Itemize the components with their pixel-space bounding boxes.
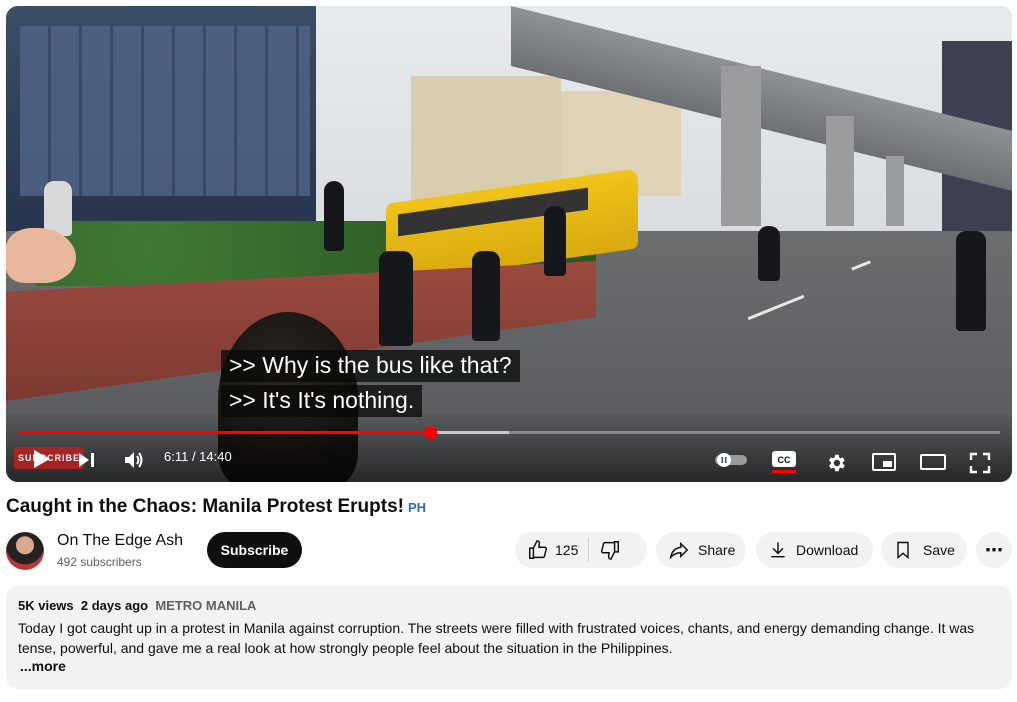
video-player[interactable]: >> Why is the bus like that? >> It's It'… <box>6 6 1012 482</box>
theater-mode-button[interactable] <box>918 450 948 474</box>
share-icon <box>669 541 689 560</box>
autoplay-toggle-icon <box>715 453 747 467</box>
country-flag: PH <box>407 500 427 515</box>
play-icon <box>34 450 50 468</box>
more-icon: ⋯ <box>985 539 1003 560</box>
description-box[interactable]: 5K views 2 days ago METRO MANILA Today I… <box>6 586 1012 689</box>
download-label: Download <box>796 542 859 558</box>
progress-played <box>18 431 431 434</box>
share-button[interactable]: Share <box>656 532 746 568</box>
captions-icon: CC <box>772 451 796 467</box>
download-icon <box>771 542 785 558</box>
thumbs-up-icon <box>529 540 548 559</box>
thumbs-down-icon <box>601 541 620 560</box>
channel-name[interactable]: On The Edge Ash <box>57 532 183 550</box>
controls-gradient <box>6 412 1012 482</box>
settings-button[interactable] <box>823 450 849 476</box>
theater-icon <box>920 454 946 470</box>
time-display: 6:11 / 14:40 <box>164 449 232 464</box>
dislike-button[interactable] <box>599 539 621 561</box>
view-count: 5K views <box>18 598 74 613</box>
description-meta: 5K views 2 days ago METRO MANILA <box>18 598 256 613</box>
autoplay-toggle[interactable] <box>714 450 748 470</box>
progress-bar[interactable] <box>18 426 1000 439</box>
location-tag[interactable]: METRO MANILA <box>155 598 256 613</box>
captions-overlay: >> Why is the bus like that? >> It's It'… <box>221 350 520 420</box>
description-text: Today I got caught up in a protest in Ma… <box>18 620 975 656</box>
captions-button[interactable]: CC <box>770 448 798 470</box>
volume-button[interactable] <box>121 448 147 472</box>
subscribe-button[interactable]: Subscribe <box>207 532 302 568</box>
fullscreen-button[interactable] <box>966 450 994 476</box>
subscriber-count: 492 subscribers <box>57 555 142 569</box>
video-title-text: Caught in the Chaos: Manila Protest Erup… <box>6 496 404 517</box>
miniplayer-icon <box>872 453 896 471</box>
caption-line: >> Why is the bus like that? <box>221 350 520 382</box>
video-title: Caught in the Chaos: Manila Protest Erup… <box>6 496 426 518</box>
play-button[interactable] <box>28 446 54 472</box>
volume-icon <box>125 452 143 468</box>
like-count: 125 <box>555 542 579 558</box>
bookmark-icon <box>897 541 909 560</box>
share-label: Share <box>698 542 736 558</box>
more-actions-button[interactable]: ⋯ <box>976 532 1012 568</box>
show-more-link[interactable]: ...more <box>20 658 66 674</box>
upload-date: 2 days ago <box>80 598 149 613</box>
save-button[interactable]: Save <box>881 532 967 568</box>
download-button[interactable]: Download <box>756 532 873 568</box>
like-divider <box>588 538 590 562</box>
svg-text:CC: CC <box>778 455 791 465</box>
save-label: Save <box>923 542 955 558</box>
captions-active-indicator <box>772 470 796 473</box>
miniplayer-button[interactable] <box>870 450 898 474</box>
like-button[interactable]: 125 <box>515 539 578 561</box>
settings-icon <box>829 454 845 472</box>
like-dislike-group: 125 <box>515 532 647 568</box>
fullscreen-icon <box>969 452 991 474</box>
next-button[interactable] <box>74 448 98 472</box>
next-icon <box>79 453 94 467</box>
channel-avatar[interactable] <box>6 532 44 570</box>
